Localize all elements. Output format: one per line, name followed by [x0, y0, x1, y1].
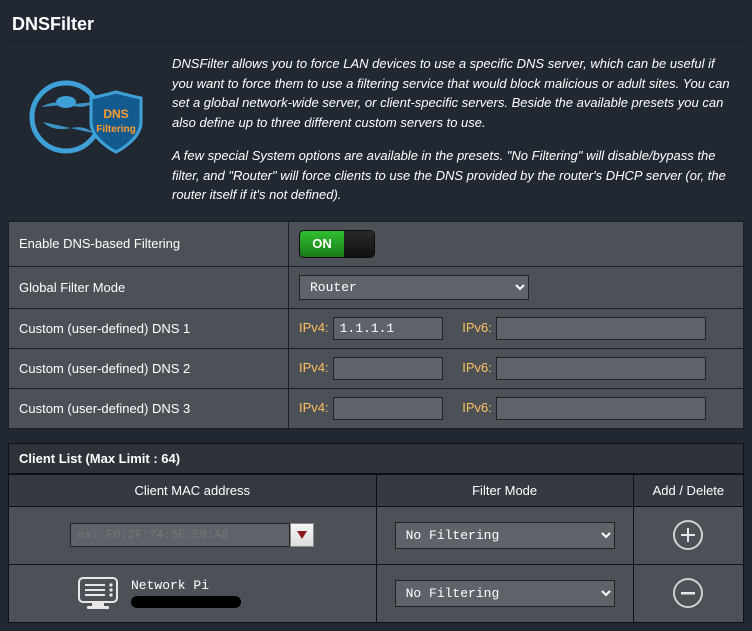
- global-filter-label: Global Filter Mode: [9, 266, 289, 308]
- svg-text:DNS: DNS: [103, 107, 128, 121]
- custom-dns1-label: Custom (user-defined) DNS 1: [9, 308, 289, 348]
- enable-filtering-label: Enable DNS-based Filtering: [9, 221, 289, 266]
- ipv6-label: IPv6:: [462, 320, 492, 335]
- intro-paragraph-2: A few special System options are availab…: [172, 146, 736, 205]
- enable-filtering-toggle[interactable]: ON: [299, 230, 375, 258]
- delete-button[interactable]: [673, 578, 703, 608]
- ipv4-label: IPv4:: [299, 320, 329, 335]
- minus-icon: [680, 585, 696, 601]
- global-filter-select[interactable]: Router: [299, 275, 529, 300]
- client-new-row: No Filtering: [9, 506, 744, 564]
- intro-paragraph-1: DNSFilter allows you to force LAN device…: [172, 54, 736, 132]
- dns1-ipv4-input[interactable]: [333, 317, 443, 340]
- chevron-down-icon: [297, 531, 307, 539]
- client-row: Network Pi No Filtering: [9, 564, 744, 622]
- ipv4-label: IPv4:: [299, 360, 329, 375]
- col-filter-header: Filter Mode: [376, 474, 633, 506]
- client-filter-select[interactable]: No Filtering: [395, 580, 615, 607]
- dnsfilter-logo-icon: DNS Filtering: [16, 54, 156, 162]
- ipv6-label: IPv6:: [462, 400, 492, 415]
- settings-table: Enable DNS-based Filtering ON Global Fil…: [8, 221, 744, 429]
- client-list-table: Client MAC address Filter Mode Add / Del…: [8, 474, 744, 623]
- col-action-header: Add / Delete: [633, 474, 743, 506]
- client-mac-redacted: [131, 596, 241, 608]
- mac-input[interactable]: [70, 523, 290, 547]
- page-title: DNSFilter: [8, 8, 744, 42]
- ipv6-label: IPv6:: [462, 360, 492, 375]
- intro-section: DNS Filtering DNSFilter allows you to fo…: [8, 42, 744, 221]
- client-name: Network Pi: [131, 578, 241, 593]
- new-filter-select[interactable]: No Filtering: [395, 522, 615, 549]
- client-list-header: Client List (Max Limit : 64): [8, 443, 744, 474]
- dns3-ipv4-input[interactable]: [333, 397, 443, 420]
- toggle-on-label: ON: [300, 231, 344, 257]
- device-icon: [77, 576, 119, 610]
- custom-dns3-label: Custom (user-defined) DNS 3: [9, 388, 289, 428]
- custom-dns2-label: Custom (user-defined) DNS 2: [9, 348, 289, 388]
- add-button[interactable]: [673, 520, 703, 550]
- dns3-ipv6-input[interactable]: [496, 397, 706, 420]
- mac-dropdown-button[interactable]: [290, 523, 314, 547]
- toggle-knob: [344, 231, 374, 257]
- svg-text:Filtering: Filtering: [96, 124, 135, 135]
- dns2-ipv4-input[interactable]: [333, 357, 443, 380]
- plus-icon: [680, 527, 696, 543]
- col-mac-header: Client MAC address: [9, 474, 377, 506]
- dns1-ipv6-input[interactable]: [496, 317, 706, 340]
- ipv4-label: IPv4:: [299, 400, 329, 415]
- dns2-ipv6-input[interactable]: [496, 357, 706, 380]
